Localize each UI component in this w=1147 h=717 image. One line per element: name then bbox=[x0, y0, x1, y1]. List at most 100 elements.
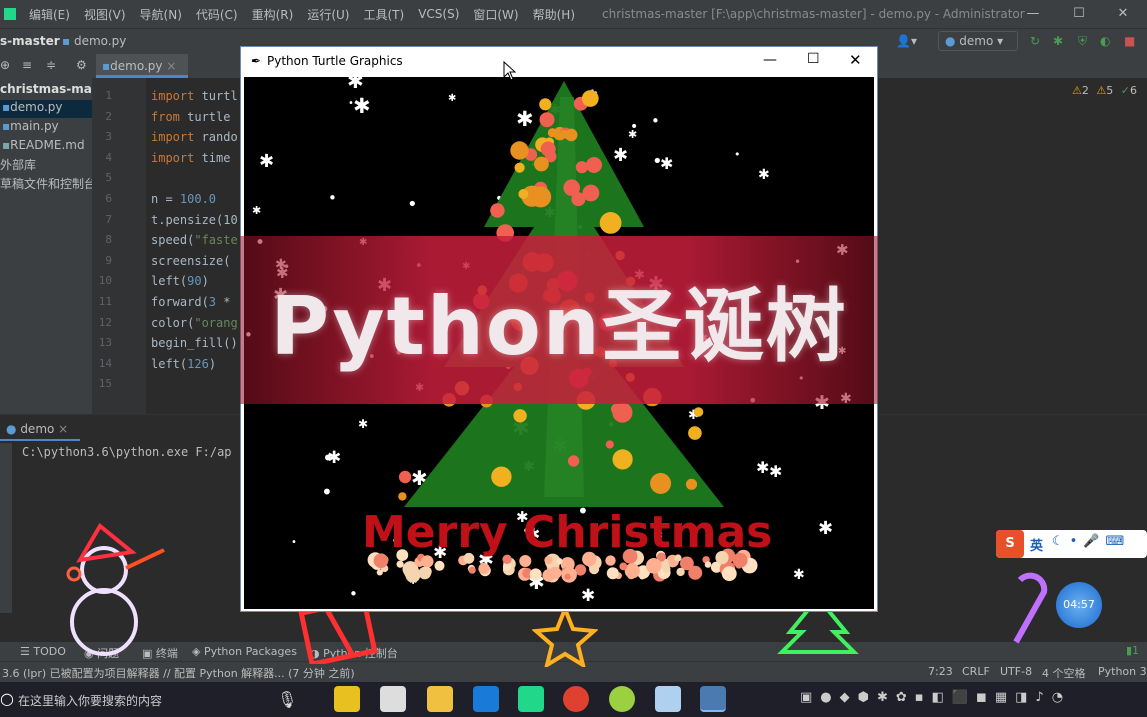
ide-close-button[interactable]: ✕ bbox=[1100, 0, 1146, 28]
expand-icon[interactable]: ≑ bbox=[46, 58, 56, 72]
ime-toolbar[interactable]: S 英 ☾•🎤⌨ bbox=[996, 530, 1147, 558]
ornament bbox=[575, 161, 588, 174]
indent-setting[interactable]: 4 个空格 bbox=[1042, 665, 1086, 681]
line-separator[interactable]: CRLF bbox=[962, 665, 990, 678]
line-number: 10 bbox=[98, 274, 112, 288]
ornament bbox=[530, 186, 552, 208]
base-dot bbox=[396, 549, 409, 561]
app-icon[interactable] bbox=[655, 686, 681, 712]
ide-minimize-button[interactable]: — bbox=[1010, 0, 1056, 28]
tree-item-external-libs[interactable]: 外部库 bbox=[0, 156, 36, 173]
turtle-titlebar[interactable]: ✒ Python Turtle Graphics — ☐ ✕ bbox=[241, 47, 877, 77]
browser-icon[interactable] bbox=[609, 686, 635, 712]
turtle-minimize-button[interactable]: — bbox=[763, 52, 777, 68]
tree-item-scratches[interactable]: 草稿文件和控制台 bbox=[0, 175, 96, 192]
snowflake-icon: ✱ bbox=[259, 151, 274, 172]
user-icon[interactable]: 👤▾ bbox=[896, 34, 917, 48]
code-line: left(90) bbox=[151, 274, 209, 289]
python-file-icon: ▪ bbox=[2, 100, 11, 114]
turtle-close-button[interactable]: ✕ bbox=[849, 51, 862, 69]
ime-tools[interactable]: ☾•🎤⌨ bbox=[1052, 534, 1130, 549]
python-turtle-taskbar-icon[interactable] bbox=[700, 686, 726, 712]
base-dot bbox=[564, 573, 571, 580]
interpreter-status[interactable]: Python 3. bbox=[1098, 665, 1147, 678]
tree-item-readme[interactable]: ▪README.md bbox=[0, 138, 85, 152]
rerun-icon[interactable]: ↻ bbox=[1030, 34, 1040, 48]
tool-packages[interactable]: ◈ Python Packages bbox=[192, 645, 297, 658]
ide-maximize-button[interactable]: ☐ bbox=[1056, 0, 1102, 28]
breadcrumb-project[interactable]: s-master bbox=[0, 34, 60, 48]
line-number: 2 bbox=[105, 109, 112, 123]
base-dot bbox=[605, 555, 616, 566]
store-icon[interactable] bbox=[473, 686, 499, 712]
chrome-icon[interactable] bbox=[563, 686, 589, 712]
collapse-icon[interactable]: ≡ bbox=[22, 58, 32, 72]
snowflake-icon: ✱ bbox=[448, 93, 456, 104]
snowflake-icon: • bbox=[651, 112, 660, 130]
menu-code[interactable]: 代码(C) bbox=[189, 6, 245, 23]
close-icon[interactable]: × bbox=[58, 422, 68, 436]
tree-item-demo[interactable]: ▪demo.py bbox=[0, 100, 92, 118]
line-number: 15 bbox=[98, 377, 112, 391]
inspection-widget[interactable]: ⚠2 ⚠5 ✓6 bbox=[1072, 84, 1137, 97]
turtle-maximize-button[interactable]: ☐ bbox=[807, 51, 820, 67]
stop-icon[interactable]: ■ bbox=[1124, 34, 1135, 48]
list-icon: ☰ bbox=[20, 645, 34, 658]
menu-edit[interactable]: 编辑(E) bbox=[22, 6, 77, 23]
menu-view[interactable]: 视图(V) bbox=[77, 6, 133, 23]
close-icon[interactable]: × bbox=[166, 59, 176, 73]
app-icon bbox=[4, 8, 16, 20]
pycharm-icon[interactable] bbox=[518, 686, 544, 712]
profile-icon[interactable]: ◐ bbox=[1100, 34, 1110, 48]
potplayer-icon[interactable] bbox=[334, 686, 360, 712]
cursor-position[interactable]: 7:23 bbox=[928, 665, 953, 678]
breadcrumb-file[interactable]: ▪ demo.py bbox=[62, 34, 126, 48]
base-dot bbox=[662, 565, 671, 573]
menu-run[interactable]: 运行(U) bbox=[300, 6, 356, 23]
ornament bbox=[518, 189, 529, 199]
snowflake-icon: ✱ bbox=[613, 145, 628, 166]
ornament bbox=[534, 156, 549, 172]
python-icon: ● bbox=[945, 34, 960, 48]
coverage-icon[interactable]: ⛨ bbox=[1078, 34, 1087, 49]
run-config-select[interactable]: ● demo ▾ bbox=[938, 31, 1018, 51]
event-log-icon[interactable]: ▮1 bbox=[1126, 644, 1139, 657]
menu-vcs[interactable]: VCS(S) bbox=[411, 7, 466, 21]
base-dot bbox=[674, 554, 682, 562]
menu-navigate[interactable]: 导航(N) bbox=[133, 6, 189, 23]
taskbar-search-input[interactable]: 在这里输入你要搜索的内容 bbox=[18, 692, 162, 709]
sogou-icon[interactable]: S bbox=[996, 530, 1024, 558]
snowflake-icon: • bbox=[407, 194, 418, 215]
system-tray[interactable]: ▣●◆⬢✱✿▪◧⬛◼▦◨♪◔ bbox=[800, 690, 1140, 710]
code-line: screensize( bbox=[151, 253, 231, 268]
status-message[interactable]: 3.6 (lpr) 已被配置为项目解释器 // 配置 Python 解释器...… bbox=[2, 665, 355, 681]
ide-menubar: 编辑(E) 视图(V) 导航(N) 代码(C) 重构(R) 运行(U) 工具(T… bbox=[0, 0, 1147, 28]
snowflake-icon: • bbox=[291, 537, 297, 548]
debug-icon[interactable]: ✱ bbox=[1053, 34, 1063, 48]
run-tab-demo[interactable]: ● demo × bbox=[0, 419, 80, 441]
weak-warning-icon: ⚠ bbox=[1096, 84, 1107, 97]
mic-icon[interactable]: 🎙 bbox=[277, 690, 297, 709]
gear-icon[interactable]: ⚙ bbox=[76, 58, 87, 72]
python-file-icon: ▪ bbox=[62, 34, 74, 48]
ime-mode[interactable]: 英 bbox=[1030, 535, 1043, 554]
ornament bbox=[650, 472, 672, 494]
menu-tools[interactable]: 工具(T) bbox=[356, 6, 411, 23]
app-icon[interactable] bbox=[380, 686, 406, 712]
ornament bbox=[398, 492, 407, 501]
file-explorer-icon[interactable] bbox=[427, 686, 453, 712]
menu-window[interactable]: 窗口(W) bbox=[466, 6, 525, 23]
file-encoding[interactable]: UTF-8 bbox=[1000, 665, 1032, 678]
ornament bbox=[586, 157, 602, 173]
snowflake-icon: • bbox=[321, 480, 333, 504]
search-icon[interactable]: ○ bbox=[0, 689, 14, 708]
code-line: color("orang bbox=[151, 315, 238, 330]
line-gutter: 1 2 3 4 5 6 7 8 9 10 11 12 13 14 15 bbox=[92, 78, 146, 414]
tree-item-main[interactable]: ▪main.py bbox=[0, 119, 59, 133]
tool-todo[interactable]: ☰ TODO bbox=[20, 645, 66, 658]
locate-icon[interactable]: ⊕ bbox=[0, 58, 10, 72]
menu-refactor[interactable]: 重构(R) bbox=[245, 6, 301, 23]
editor-tab-demo[interactable]: ▪demo.py × bbox=[96, 54, 188, 78]
snowflake-icon: ✱ bbox=[358, 417, 368, 431]
menu-help[interactable]: 帮助(H) bbox=[526, 6, 582, 23]
